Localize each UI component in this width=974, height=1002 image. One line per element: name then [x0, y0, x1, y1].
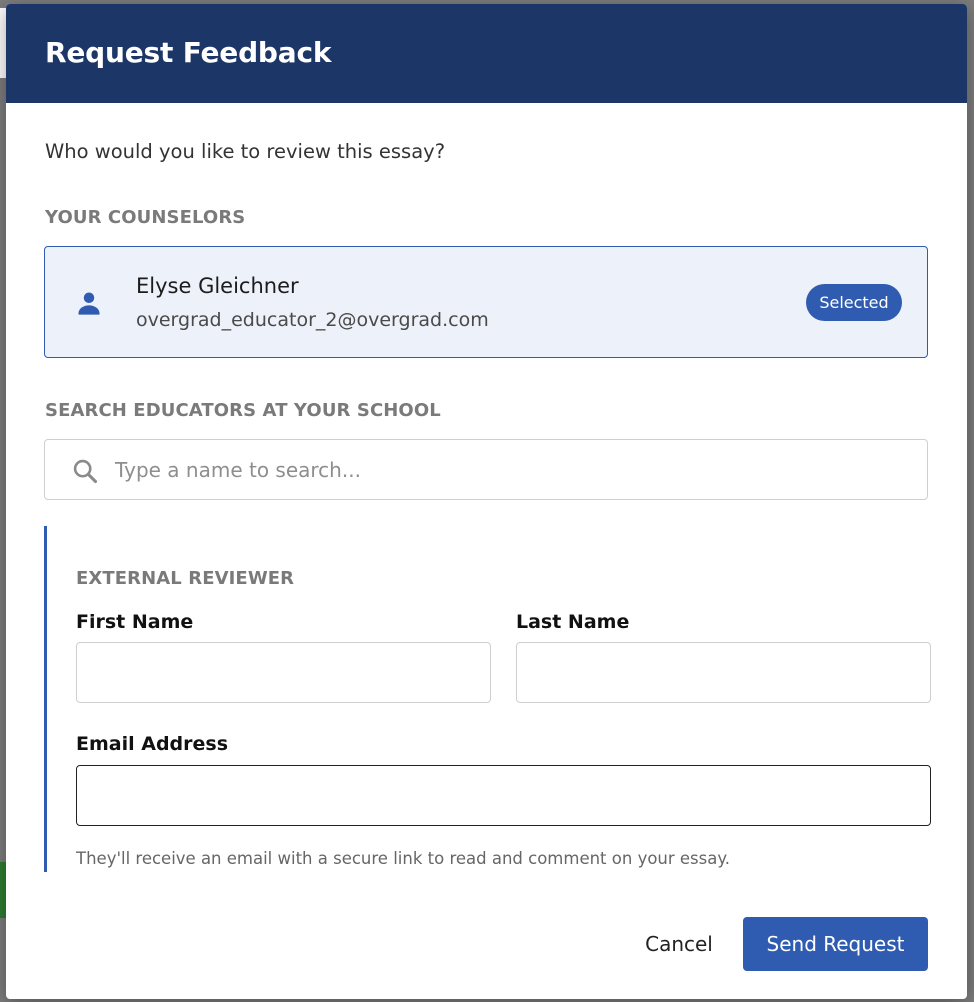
review-prompt: Who would you like to review this essay?	[45, 140, 446, 163]
first-name-label: First Name	[76, 611, 194, 633]
counselors-section-label: YOUR COUNSELORS	[45, 207, 246, 228]
external-helper-text: They'll receive an email with a secure l…	[76, 849, 731, 868]
modal-header: Request Feedback	[6, 4, 967, 103]
modal-title: Request Feedback	[45, 36, 332, 69]
search-icon	[73, 459, 98, 484]
educator-search-input[interactable]	[115, 450, 905, 490]
search-box	[44, 439, 928, 500]
last-name-field[interactable]	[516, 642, 931, 703]
external-section-label: EXTERNAL REVIEWER	[76, 568, 295, 589]
person-icon	[78, 292, 100, 315]
search-section-label: SEARCH EDUCATORS AT YOUR SCHOOL	[45, 400, 441, 421]
last-name-label: Last Name	[516, 611, 630, 633]
email-address-label: Email Address	[76, 733, 229, 755]
cancel-button[interactable]: Cancel	[626, 917, 732, 971]
counselor-name: Elyse Gleichner	[136, 274, 299, 298]
counselor-email: overgrad_educator_2@overgrad.com	[136, 309, 489, 331]
first-name-field[interactable]	[76, 642, 491, 703]
counselor-card[interactable]: Elyse Gleichner overgrad_educator_2@over…	[44, 246, 928, 358]
email-address-field[interactable]	[76, 765, 931, 826]
selected-badge: Selected	[806, 284, 902, 321]
request-feedback-modal: Request Feedback Who would you like to r…	[6, 4, 967, 999]
external-reviewer-section: EXTERNAL REVIEWER First Name Last Name E…	[44, 526, 934, 872]
send-request-button[interactable]: Send Request	[743, 917, 928, 971]
